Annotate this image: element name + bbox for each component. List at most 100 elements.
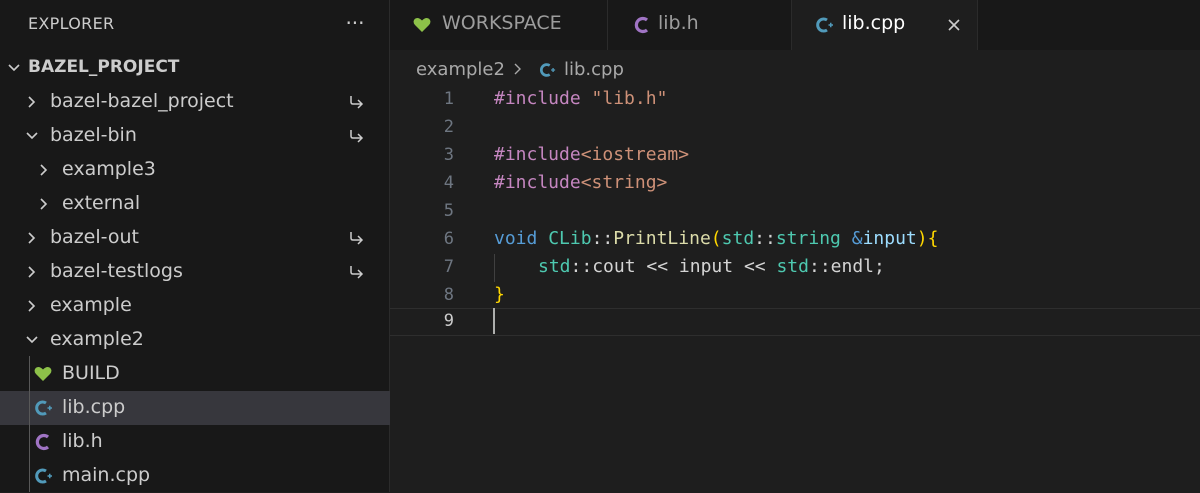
token-string: "lib.h" xyxy=(591,88,668,109)
text-cursor xyxy=(493,308,495,334)
symlink-arrow-icon xyxy=(350,232,364,245)
token-operator: << xyxy=(733,256,777,277)
tree-root-bazel-project[interactable]: BAZEL_PROJECT xyxy=(0,51,390,85)
tree-item-example3[interactable]: example3 xyxy=(0,153,390,187)
editor-tab-bar: WORKSPACE lib.h lib.cpp xyxy=(390,0,1200,50)
c-header-file-icon xyxy=(634,16,649,34)
tree-item-label: lib.cpp xyxy=(62,396,126,418)
code-line: 6 void CLib::PrintLine(std::string &inpu… xyxy=(390,226,1200,254)
cpp-file-icon xyxy=(35,468,52,484)
token-scope: :: xyxy=(591,228,614,249)
code-line: 5 xyxy=(390,198,1200,226)
token-identifier: cout xyxy=(592,256,636,277)
symlink-arrow-icon xyxy=(350,266,364,279)
token-class: CLib xyxy=(548,228,592,249)
tree-item-label: example3 xyxy=(62,158,156,180)
symlink-arrow-icon xyxy=(350,96,364,109)
tree-item-bazel-bin[interactable]: bazel-bin xyxy=(0,119,390,153)
tree-item-main-cpp[interactable]: main.cpp xyxy=(0,459,390,493)
line-number: 8 xyxy=(443,285,454,305)
tree-item-example2[interactable]: example2 xyxy=(0,323,390,357)
code-text: #include<string> xyxy=(494,172,667,193)
tree-item-label: BUILD xyxy=(62,362,120,384)
code-line-current: 9 xyxy=(390,308,1200,336)
line-number: 2 xyxy=(443,117,454,137)
token-scope: :: xyxy=(754,228,776,249)
tree-item-lib-cpp[interactable]: lib.cpp xyxy=(0,391,390,425)
tree-item-bazel-bazel-project[interactable]: bazel-bazel_project xyxy=(0,85,390,119)
line-number: 6 xyxy=(443,229,454,249)
code-text: #include<iostream> xyxy=(494,144,689,165)
tree-item-label: bazel-bazel_project xyxy=(50,90,234,112)
symlink-arrow-icon xyxy=(350,130,364,143)
more-actions-button[interactable]: ··· xyxy=(342,10,368,36)
tab-lib-cpp[interactable]: lib.cpp xyxy=(792,0,978,50)
tab-lib-h[interactable]: lib.h xyxy=(608,0,792,50)
breadcrumb-folder[interactable]: example2 xyxy=(416,59,505,80)
explorer-title: EXPLORER xyxy=(28,14,115,33)
token-identifier: endl xyxy=(830,256,875,277)
tree-root-label: BAZEL_PROJECT xyxy=(28,57,180,77)
tree-item-build[interactable]: BUILD xyxy=(0,357,390,391)
code-text: } xyxy=(494,284,505,305)
tree-item-label: example xyxy=(50,294,132,316)
line-number: 3 xyxy=(443,145,454,165)
code-editor[interactable]: 1 #include "lib.h" 2 3 #include<iostream… xyxy=(390,86,1200,492)
tree-item-label: lib.h xyxy=(62,430,103,452)
token-brace: { xyxy=(927,228,939,249)
tree-item-bazel-testlogs[interactable]: bazel-testlogs xyxy=(0,255,390,289)
code-line: 7 std::cout << input << std::endl; xyxy=(390,254,1200,282)
token-scope: :: xyxy=(808,256,831,277)
tree-item-label: example2 xyxy=(50,328,144,350)
tab-label: WORKSPACE xyxy=(442,12,562,34)
code-line: 3 #include<iostream> xyxy=(390,142,1200,170)
close-icon[interactable] xyxy=(944,15,964,35)
chevron-right-icon xyxy=(28,300,36,312)
heart-icon xyxy=(34,366,52,381)
breadcrumb-file[interactable]: lib.cpp xyxy=(564,59,624,80)
token-function: PrintLine xyxy=(613,228,711,249)
code-text: void CLib::PrintLine(std::string &input)… xyxy=(494,228,938,249)
tab-workspace[interactable]: WORKSPACE xyxy=(390,0,608,50)
token-identifier: input xyxy=(678,256,734,277)
chevron-down-icon xyxy=(26,132,38,140)
tree-item-label: main.cpp xyxy=(62,464,151,486)
chevron-down-icon xyxy=(8,64,20,72)
tree-item-lib-h[interactable]: lib.h xyxy=(0,425,390,459)
token-namespace: std xyxy=(721,228,755,249)
tree-indent-guide xyxy=(29,356,30,492)
chevron-down-icon xyxy=(26,336,38,344)
tree-item-label: bazel-testlogs xyxy=(50,260,183,282)
c-header-file-icon xyxy=(35,433,50,451)
token-paren: ( xyxy=(710,228,722,249)
explorer-sidebar: EXPLORER ··· BAZEL_PROJECT bazel-bazel_p… xyxy=(0,0,390,492)
breadcrumb: example2 lib.cpp xyxy=(390,50,1200,86)
line-number: 9 xyxy=(443,311,454,331)
code-line: 1 #include "lib.h" xyxy=(390,86,1200,114)
line-number: 5 xyxy=(443,201,454,221)
token-scope: :: xyxy=(570,256,593,277)
token-namespace: std xyxy=(538,256,571,277)
chevron-right-icon xyxy=(40,198,48,210)
cpp-file-icon xyxy=(35,400,52,416)
tree-item-bazel-out[interactable]: bazel-out xyxy=(0,221,390,255)
tree-item-external[interactable]: external xyxy=(0,187,390,221)
code-line: 8 } xyxy=(390,282,1200,310)
token-semicolon: ; xyxy=(874,256,885,277)
token-directive: #include xyxy=(494,144,581,165)
token-parameter: input xyxy=(862,228,917,249)
token-reference: & xyxy=(840,228,863,249)
code-text: std::cout << input << std::endl; xyxy=(494,256,885,277)
vscode-window: EXPLORER ··· BAZEL_PROJECT bazel-bazel_p… xyxy=(0,0,1200,492)
line-number: 1 xyxy=(443,89,454,109)
code-indent-guide xyxy=(494,254,495,282)
cpp-file-icon xyxy=(540,63,556,77)
chevron-right-icon xyxy=(28,96,36,108)
tree-item-example[interactable]: example xyxy=(0,289,390,323)
token-brace: } xyxy=(494,284,505,305)
token-namespace: std xyxy=(776,256,809,277)
explorer-header: EXPLORER ··· xyxy=(0,0,390,48)
chevron-right-icon xyxy=(40,164,48,176)
token-header: <iostream> xyxy=(580,144,690,165)
